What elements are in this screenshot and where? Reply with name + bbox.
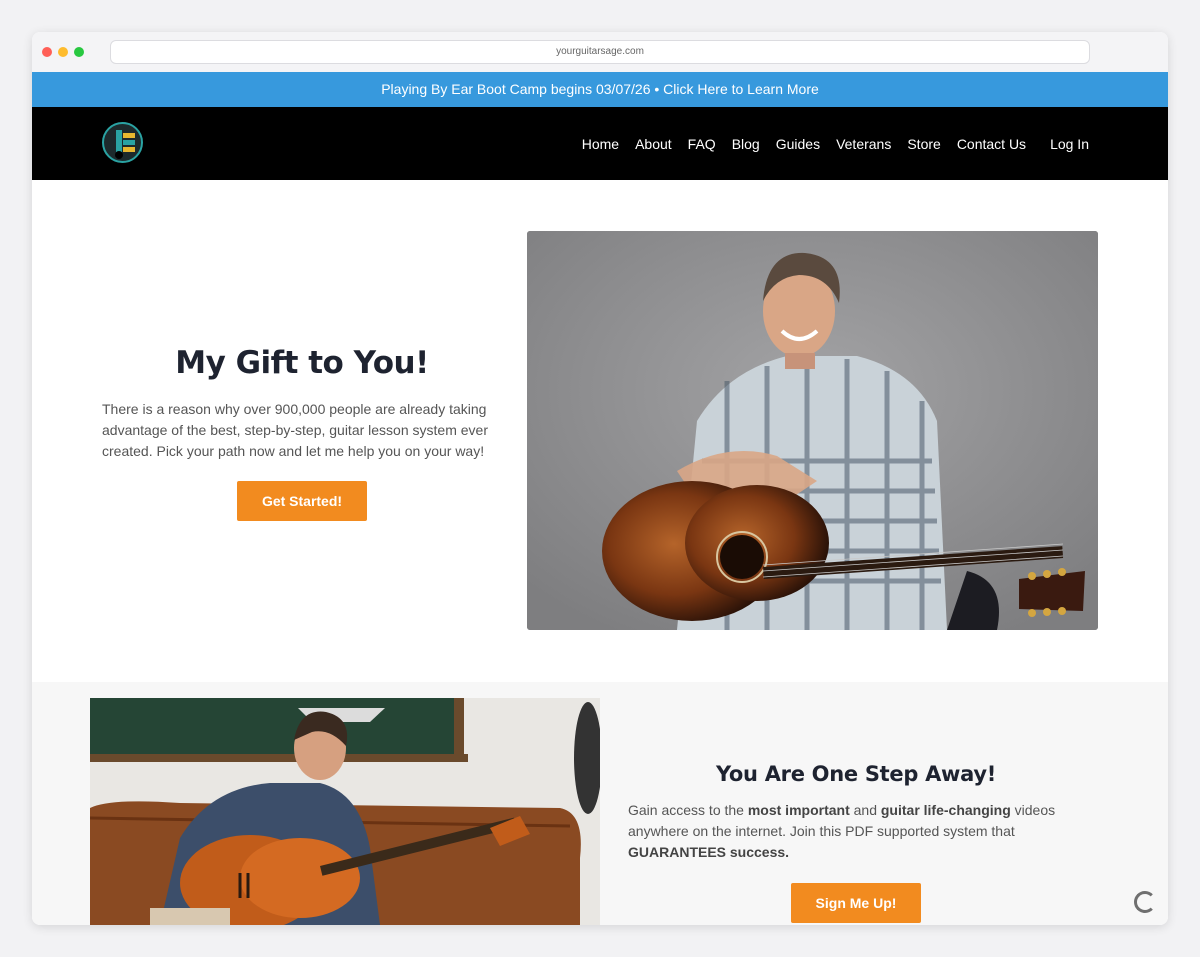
cta-description: Gain access to the most important and gu… xyxy=(628,802,1056,860)
site-navbar: Home About FAQ Blog Guides Veterans Stor… xyxy=(32,107,1168,180)
browser-window: yourguitarsage.com Playing By Ear Boot C… xyxy=(32,32,1168,925)
sign-me-up-button[interactable]: Sign Me Up! xyxy=(791,883,921,923)
nav-item-faq[interactable]: FAQ xyxy=(688,136,716,152)
hero-title: My Gift to You! xyxy=(175,345,429,381)
site-logo[interactable] xyxy=(102,122,143,163)
cta-title: You Are One Step Away! xyxy=(715,762,997,786)
nav-item-guides[interactable]: Guides xyxy=(776,136,820,152)
hero-section: My Gift to You! There is a reason why ov… xyxy=(32,180,1168,682)
browser-titlebar: yourguitarsage.com xyxy=(32,32,1168,72)
minimize-window-button[interactable] xyxy=(58,47,68,57)
instructor-guitar-photo xyxy=(527,231,1098,630)
nav-item-blog[interactable]: Blog xyxy=(732,136,760,152)
nav-item-home[interactable]: Home xyxy=(582,136,619,152)
maximize-window-button[interactable] xyxy=(74,47,84,57)
hero-description: There is a reason why over 900,000 peopl… xyxy=(102,401,488,459)
nav-links: Home About FAQ Blog Guides Veterans Stor… xyxy=(566,107,1089,180)
nav-item-store[interactable]: Store xyxy=(907,136,940,152)
nav-item-veterans[interactable]: Veterans xyxy=(836,136,891,152)
cta-text-block: You Are One Step Away! Gain access to th… xyxy=(626,762,1086,923)
loading-spinner-icon xyxy=(1134,891,1156,913)
promo-banner[interactable]: Playing By Ear Boot Camp begins 03/07/26… xyxy=(32,72,1168,107)
nav-item-about[interactable]: About xyxy=(635,136,672,152)
nav-item-contact[interactable]: Contact Us xyxy=(957,136,1026,152)
get-started-button[interactable]: Get Started! xyxy=(237,481,367,521)
close-window-button[interactable] xyxy=(42,47,52,57)
instructor-playing-photo xyxy=(90,698,600,925)
cta-section: You Are One Step Away! Gain access to th… xyxy=(32,682,1168,925)
hero-text-block: My Gift to You! There is a reason why ov… xyxy=(102,345,502,521)
address-bar[interactable]: yourguitarsage.com xyxy=(110,40,1090,64)
login-link[interactable]: Log In xyxy=(1050,136,1089,152)
